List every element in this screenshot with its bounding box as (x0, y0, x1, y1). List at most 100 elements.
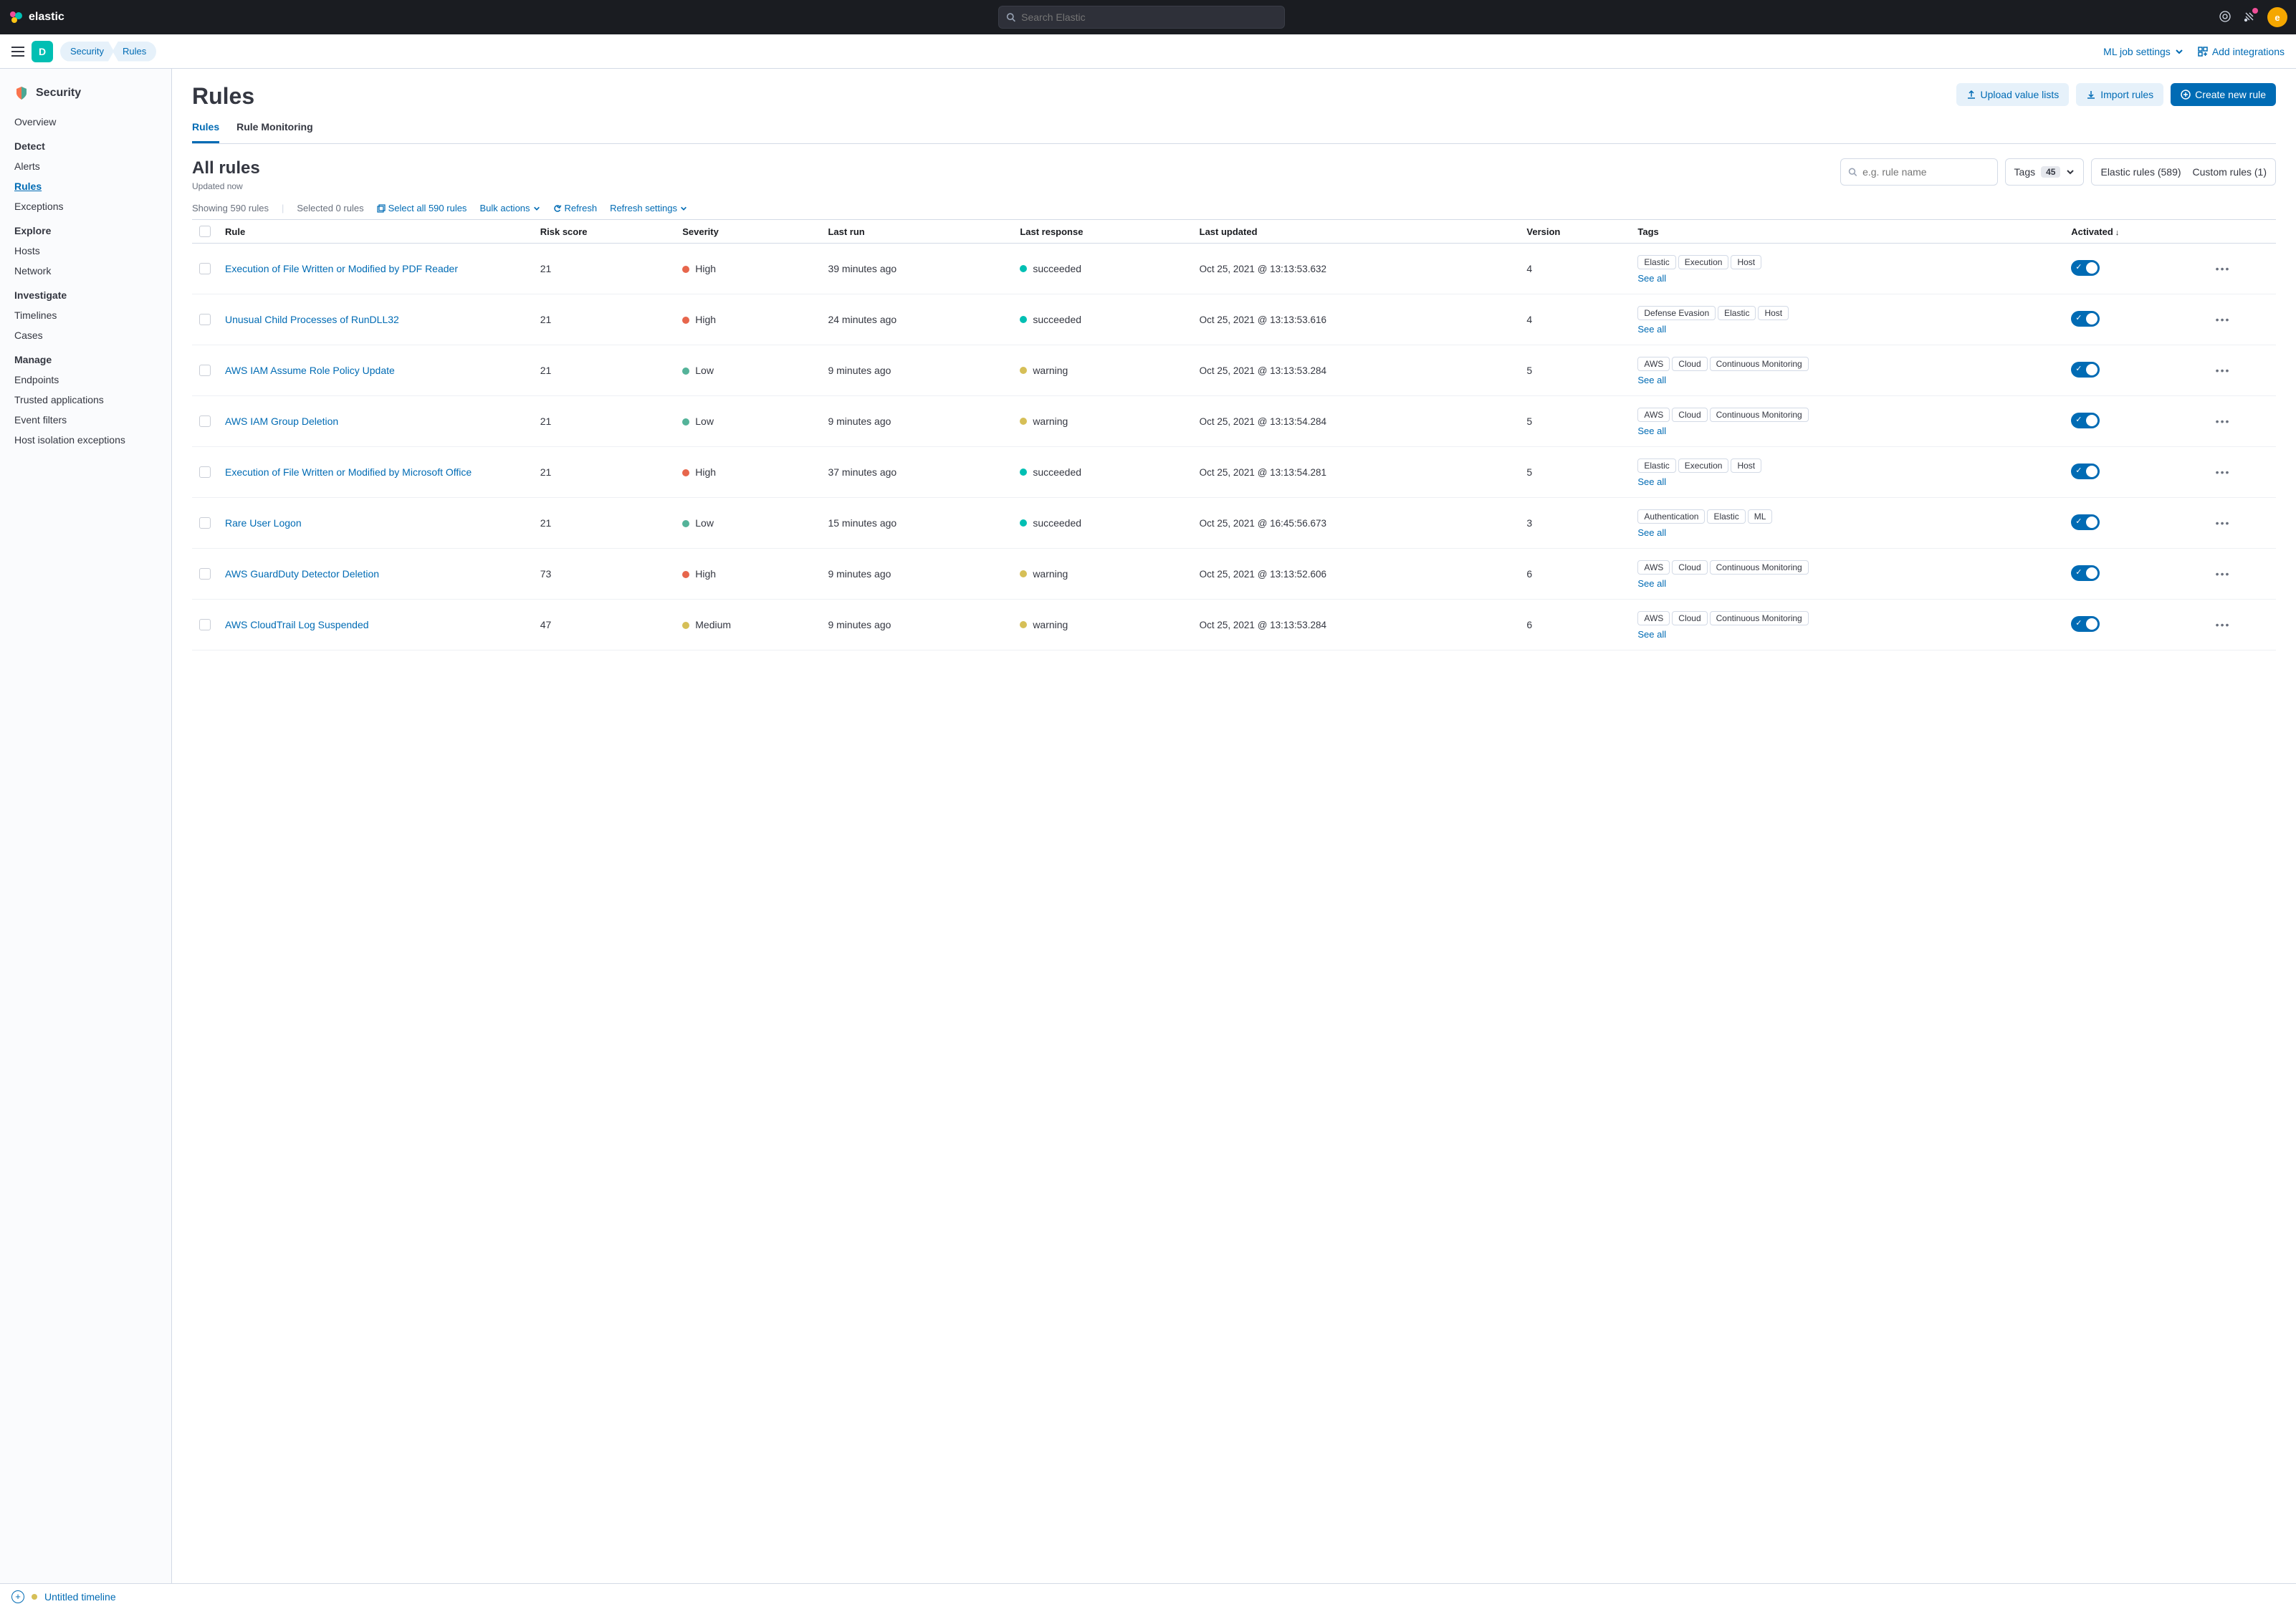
tag-pill[interactable]: Cloud (1672, 408, 1707, 422)
row-checkbox[interactable] (199, 365, 211, 376)
tag-pill[interactable]: Elastic (1637, 255, 1675, 269)
tag-pill[interactable]: ML (1748, 509, 1773, 524)
activated-toggle[interactable]: ✓ (2071, 260, 2100, 276)
see-all-tags[interactable]: See all (1637, 629, 1666, 640)
nav-toggle-icon[interactable] (11, 47, 24, 57)
row-actions-menu[interactable]: ••• (2216, 263, 2231, 274)
select-all-checkbox[interactable] (199, 226, 211, 237)
see-all-tags[interactable]: See all (1637, 578, 1666, 589)
col-activated[interactable]: Activated↓ (2064, 220, 2208, 244)
rule-name-link[interactable]: Rare User Logon (218, 498, 533, 549)
activated-toggle[interactable]: ✓ (2071, 464, 2100, 479)
sidebar-item-rules[interactable]: Rules (0, 176, 171, 196)
user-avatar[interactable]: e (2267, 7, 2287, 27)
refresh-settings[interactable]: Refresh settings (610, 203, 687, 213)
col-version[interactable]: Version (1519, 220, 1630, 244)
sidebar-item-endpoints[interactable]: Endpoints (0, 370, 171, 390)
tag-pill[interactable]: AWS (1637, 611, 1670, 625)
col-severity[interactable]: Severity (675, 220, 821, 244)
upload-value-lists-button[interactable]: Upload value lists (1956, 83, 2070, 106)
elastic-logo[interactable]: elastic (9, 10, 64, 24)
row-actions-menu[interactable]: ••• (2216, 568, 2231, 580)
global-search-input[interactable] (1021, 11, 1277, 23)
row-checkbox[interactable] (199, 314, 211, 325)
col-lastrun[interactable]: Last run (821, 220, 1013, 244)
breadcrumb-rules[interactable]: Rules (113, 42, 156, 62)
create-new-rule-button[interactable]: Create new rule (2171, 83, 2276, 106)
ml-job-settings[interactable]: ML job settings (2103, 46, 2183, 57)
activated-toggle[interactable]: ✓ (2071, 311, 2100, 327)
rule-name-link[interactable]: Unusual Child Processes of RunDLL32 (218, 294, 533, 345)
col-tags[interactable]: Tags (1630, 220, 2064, 244)
newsfeed-icon[interactable] (2243, 10, 2256, 25)
row-actions-menu[interactable]: ••• (2216, 517, 2231, 529)
add-timeline-button[interactable]: + (11, 1590, 24, 1603)
refresh-button[interactable]: Refresh (553, 203, 598, 213)
tag-pill[interactable]: Host (1731, 255, 1761, 269)
row-actions-menu[interactable]: ••• (2216, 314, 2231, 325)
see-all-tags[interactable]: See all (1637, 527, 1666, 538)
tag-pill[interactable]: Execution (1678, 458, 1729, 473)
see-all-tags[interactable]: See all (1637, 324, 1666, 335)
row-checkbox[interactable] (199, 619, 211, 630)
tag-pill[interactable]: Cloud (1672, 611, 1707, 625)
timeline-name[interactable]: Untitled timeline (44, 1591, 116, 1603)
activated-toggle[interactable]: ✓ (2071, 362, 2100, 378)
sidebar-item-overview[interactable]: Overview (0, 112, 171, 132)
space-selector[interactable]: D (32, 41, 53, 62)
rule-source-filter[interactable]: Elastic rules (589) Custom rules (1) (2091, 158, 2276, 186)
tab-rules[interactable]: Rules (192, 121, 219, 143)
import-rules-button[interactable]: Import rules (2076, 83, 2163, 106)
sidebar-item-hosts[interactable]: Hosts (0, 241, 171, 261)
rule-search[interactable] (1840, 158, 1998, 186)
tab-rule-monitoring[interactable]: Rule Monitoring (236, 121, 313, 143)
tag-pill[interactable]: Host (1758, 306, 1789, 320)
sidebar-item-host-isolation-exceptions[interactable]: Host isolation exceptions (0, 430, 171, 450)
row-checkbox[interactable] (199, 517, 211, 529)
activated-toggle[interactable]: ✓ (2071, 565, 2100, 581)
tag-pill[interactable]: Elastic (1637, 458, 1675, 473)
col-rule[interactable]: Rule (218, 220, 533, 244)
see-all-tags[interactable]: See all (1637, 375, 1666, 385)
row-checkbox[interactable] (199, 263, 211, 274)
activated-toggle[interactable]: ✓ (2071, 413, 2100, 428)
tag-pill[interactable]: Defense Evasion (1637, 306, 1716, 320)
see-all-tags[interactable]: See all (1637, 273, 1666, 284)
tag-pill[interactable]: AWS (1637, 408, 1670, 422)
rule-name-link[interactable]: Execution of File Written or Modified by… (218, 447, 533, 498)
tag-pill[interactable]: AWS (1637, 357, 1670, 371)
sidebar-item-cases[interactable]: Cases (0, 325, 171, 345)
row-actions-menu[interactable]: ••• (2216, 416, 2231, 427)
tag-pill[interactable]: Continuous Monitoring (1710, 357, 1809, 371)
see-all-tags[interactable]: See all (1637, 426, 1666, 436)
breadcrumb-security[interactable]: Security (60, 42, 114, 62)
tag-pill[interactable]: Elastic (1718, 306, 1756, 320)
rule-name-link[interactable]: AWS GuardDuty Detector Deletion (218, 549, 533, 600)
tag-pill[interactable]: Execution (1678, 255, 1729, 269)
col-updated[interactable]: Last updated (1192, 220, 1520, 244)
sidebar-item-timelines[interactable]: Timelines (0, 305, 171, 325)
help-icon[interactable] (2219, 10, 2232, 25)
tag-pill[interactable]: Elastic (1707, 509, 1745, 524)
row-actions-menu[interactable]: ••• (2216, 619, 2231, 630)
global-search[interactable] (998, 6, 1285, 29)
tag-pill[interactable]: Continuous Monitoring (1710, 611, 1809, 625)
row-checkbox[interactable] (199, 466, 211, 478)
rule-name-link[interactable]: AWS IAM Assume Role Policy Update (218, 345, 533, 396)
tag-pill[interactable]: Authentication (1637, 509, 1705, 524)
rule-name-link[interactable]: AWS IAM Group Deletion (218, 396, 533, 447)
row-actions-menu[interactable]: ••• (2216, 365, 2231, 376)
sidebar-item-trusted-applications[interactable]: Trusted applications (0, 390, 171, 410)
col-lastresp[interactable]: Last response (1013, 220, 1192, 244)
col-risk[interactable]: Risk score (533, 220, 676, 244)
rule-name-link[interactable]: AWS CloudTrail Log Suspended (218, 600, 533, 650)
tag-pill[interactable]: AWS (1637, 560, 1670, 575)
see-all-tags[interactable]: See all (1637, 476, 1666, 487)
row-checkbox[interactable] (199, 416, 211, 427)
row-actions-menu[interactable]: ••• (2216, 466, 2231, 478)
bulk-actions[interactable]: Bulk actions (479, 203, 540, 213)
sidebar-item-alerts[interactable]: Alerts (0, 156, 171, 176)
rule-name-link[interactable]: Execution of File Written or Modified by… (218, 244, 533, 294)
tag-pill[interactable]: Cloud (1672, 560, 1707, 575)
activated-toggle[interactable]: ✓ (2071, 616, 2100, 632)
